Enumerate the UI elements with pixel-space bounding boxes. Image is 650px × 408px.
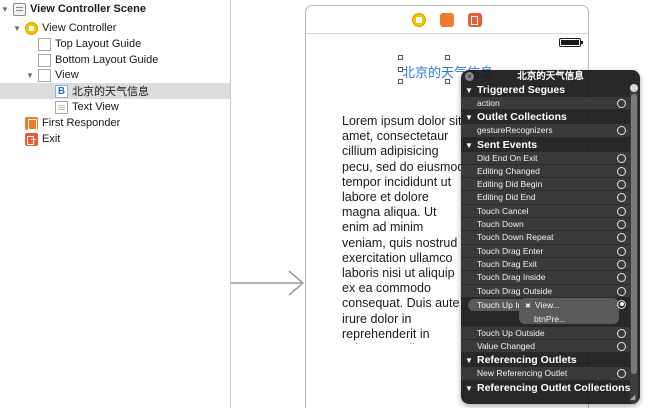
connection-circle-icon[interactable] <box>617 369 626 379</box>
disclosure-triangle-icon[interactable]: ▼ <box>25 71 35 80</box>
connection-circle-icon[interactable] <box>617 328 626 338</box>
outline-item-label: View <box>55 69 79 81</box>
disclosure-triangle-icon[interactable]: ▼ <box>465 84 477 98</box>
outline-item-label: View Controller <box>42 22 117 34</box>
outline-item-button[interactable]: B 北京的天气信息 <box>0 83 230 99</box>
section-triggered-segues[interactable]: ▼ Triggered Segues <box>461 83 630 97</box>
connection-circle-icon[interactable] <box>617 273 626 283</box>
event-row[interactable]: Editing Changed <box>461 164 630 179</box>
connection-circle-icon[interactable] <box>617 220 626 230</box>
layout-guide-icon <box>38 53 51 67</box>
resize-handle[interactable] <box>445 55 450 60</box>
disclosure-triangle-icon[interactable]: ▼ <box>0 5 10 14</box>
initial-view-controller-arrow-icon[interactable] <box>231 270 311 300</box>
close-icon[interactable]: × <box>465 72 474 81</box>
outline-item-label: First Responder <box>42 117 121 129</box>
disclosure-triangle-icon[interactable]: ▼ <box>12 24 22 33</box>
view-controller-icon <box>25 21 38 35</box>
connection-circle-icon[interactable] <box>617 286 626 296</box>
connection-circle-icon[interactable] <box>617 166 626 176</box>
event-row[interactable]: Editing Did Begin <box>461 178 630 192</box>
view-controller-icon[interactable] <box>412 12 426 27</box>
outline-item-scene[interactable]: ▼ View Controller Scene <box>0 1 230 17</box>
hud-title: 北京的天气信息 <box>517 71 584 82</box>
resize-grip-icon[interactable]: ◢ <box>630 394 638 402</box>
connection-circle-icon[interactable] <box>617 206 626 216</box>
section-referencing-outlet-collections[interactable]: ▼ Referencing Outlet Collections <box>461 381 630 395</box>
event-row[interactable]: Touch Drag Enter <box>461 244 630 258</box>
event-row[interactable]: Touch Cancel <box>461 204 630 219</box>
outline-item-view[interactable]: ▼ View <box>0 67 230 83</box>
connection-circle-icon[interactable] <box>617 180 626 190</box>
event-row[interactable]: Value Changed <box>461 340 630 354</box>
outline-item-label: Top Layout Guide <box>55 38 142 50</box>
button-icon: B <box>55 84 68 98</box>
section-outlet-collections[interactable]: ▼ Outlet Collections <box>461 110 630 124</box>
view-icon <box>38 68 51 82</box>
connection-circle-icon[interactable] <box>617 99 626 108</box>
connection-target[interactable]: ✖ View... btnPre... <box>519 297 619 324</box>
outline-item-first-responder[interactable]: First Responder <box>0 115 230 131</box>
exit-icon[interactable] <box>468 12 482 27</box>
layout-guide-icon <box>38 37 51 51</box>
connection-circle-icon[interactable] <box>617 153 626 163</box>
connection-circle-icon[interactable] <box>617 193 626 203</box>
event-row[interactable]: Touch Down <box>461 218 630 232</box>
event-row[interactable]: Touch Drag Inside <box>461 271 630 285</box>
resize-handle[interactable] <box>398 79 403 84</box>
event-row[interactable]: Editing Did End <box>461 191 630 205</box>
connection-circle-icon[interactable] <box>617 342 626 352</box>
hud-scrollbar[interactable] <box>630 84 638 404</box>
disclosure-triangle-icon[interactable]: ▼ <box>465 354 477 368</box>
outline-item-exit[interactable]: Exit <box>0 131 230 147</box>
connection-row[interactable]: gestureRecognizers <box>461 124 630 138</box>
event-row[interactable]: Touch Drag Exit <box>461 257 630 272</box>
connection-circle-icon[interactable] <box>617 126 626 136</box>
section-referencing-outlets[interactable]: ▼ Referencing Outlets <box>461 353 630 367</box>
connections-list: ▼ Triggered Segues action ▼ Outlet Collect… <box>461 83 630 395</box>
connection-circle-icon[interactable] <box>617 259 626 269</box>
outline-item-label: Exit <box>42 133 61 145</box>
connection-circle-icon[interactable] <box>617 246 626 256</box>
disclosure-triangle-icon[interactable]: ▼ <box>465 111 477 125</box>
text-view-icon <box>55 100 68 114</box>
connections-hud[interactable]: × 北京的天气信息 ▼ Triggered Segues action ▼ Outl… <box>461 70 640 404</box>
disclosure-triangle-icon[interactable]: ▼ <box>465 139 477 153</box>
resize-handle[interactable] <box>398 67 403 72</box>
document-outline: ▼ View Controller Scene ▼ View Controlle… <box>0 0 231 408</box>
connection-row[interactable]: action <box>461 97 630 111</box>
scroll-up-icon[interactable] <box>630 84 638 92</box>
connection-row[interactable]: New Referencing Outlet <box>461 367 630 381</box>
first-responder-icon[interactable] <box>440 12 454 27</box>
event-row[interactable]: Touch Down Repeat <box>461 231 630 245</box>
outline-item-label: Text View <box>72 101 119 113</box>
outline-item-bottom-layout-guide[interactable]: Bottom Layout Guide <box>0 52 230 68</box>
connection-circle-filled-icon[interactable] <box>617 299 626 309</box>
outline-item-label: View Controller Scene <box>30 3 146 15</box>
section-sent-events[interactable]: ▼ Sent Events <box>461 138 630 152</box>
resize-handle[interactable] <box>398 55 403 60</box>
event-row-touch-up-inside[interactable]: Touch Up In... ✖ View... btnPre... <box>461 297 630 327</box>
resize-handle[interactable] <box>445 79 450 84</box>
outline-item-text-view[interactable]: Text View <box>0 99 230 115</box>
battery-icon <box>559 38 583 47</box>
exit-icon <box>25 132 38 146</box>
outline-item-label: Bottom Layout Guide <box>55 54 159 66</box>
first-responder-icon <box>25 116 38 130</box>
connection-circle-icon[interactable] <box>617 233 626 243</box>
text-view[interactable]: Lorem ipsum dolor sit amet, consectetaur… <box>342 114 466 344</box>
event-row[interactable]: Touch Up Outside <box>461 326 630 341</box>
remove-connection-icon[interactable]: ✖ <box>525 303 531 310</box>
scene-icon <box>13 2 26 16</box>
outline-item-view-controller[interactable]: ▼ View Controller <box>0 20 230 36</box>
event-row[interactable]: Touch Drag Outside <box>461 284 630 298</box>
event-row[interactable]: Did End On Exit <box>461 151 630 165</box>
scene-dock <box>306 6 588 34</box>
disclosure-triangle-icon[interactable]: ▼ <box>465 382 477 396</box>
outline-item-top-layout-guide[interactable]: Top Layout Guide <box>0 36 230 52</box>
outline-item-label: 北京的天气信息 <box>72 86 149 98</box>
